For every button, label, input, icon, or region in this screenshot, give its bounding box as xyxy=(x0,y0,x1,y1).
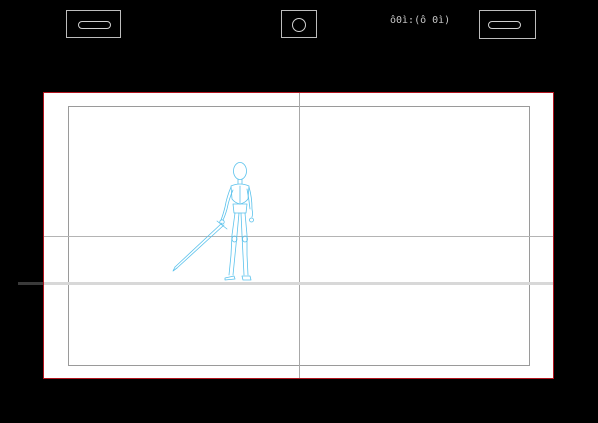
toolbar-center-button[interactable] xyxy=(281,10,317,38)
timecode-label: ô0ì:(ô 0ì) xyxy=(390,15,451,26)
animation-stage: ô0ì:(ô 0ì) xyxy=(0,0,598,423)
ground-line xyxy=(44,282,553,285)
toolbar-right-button[interactable] xyxy=(479,10,536,39)
circle-icon xyxy=(292,18,306,32)
pill-icon xyxy=(488,21,521,29)
toolbar-left-button[interactable] xyxy=(66,10,121,38)
character-sketch xyxy=(172,162,254,281)
horizontal-center-guide xyxy=(44,236,553,237)
pill-icon xyxy=(78,21,111,29)
drawing-canvas[interactable] xyxy=(43,92,554,379)
ground-line-offcanvas xyxy=(18,282,44,285)
